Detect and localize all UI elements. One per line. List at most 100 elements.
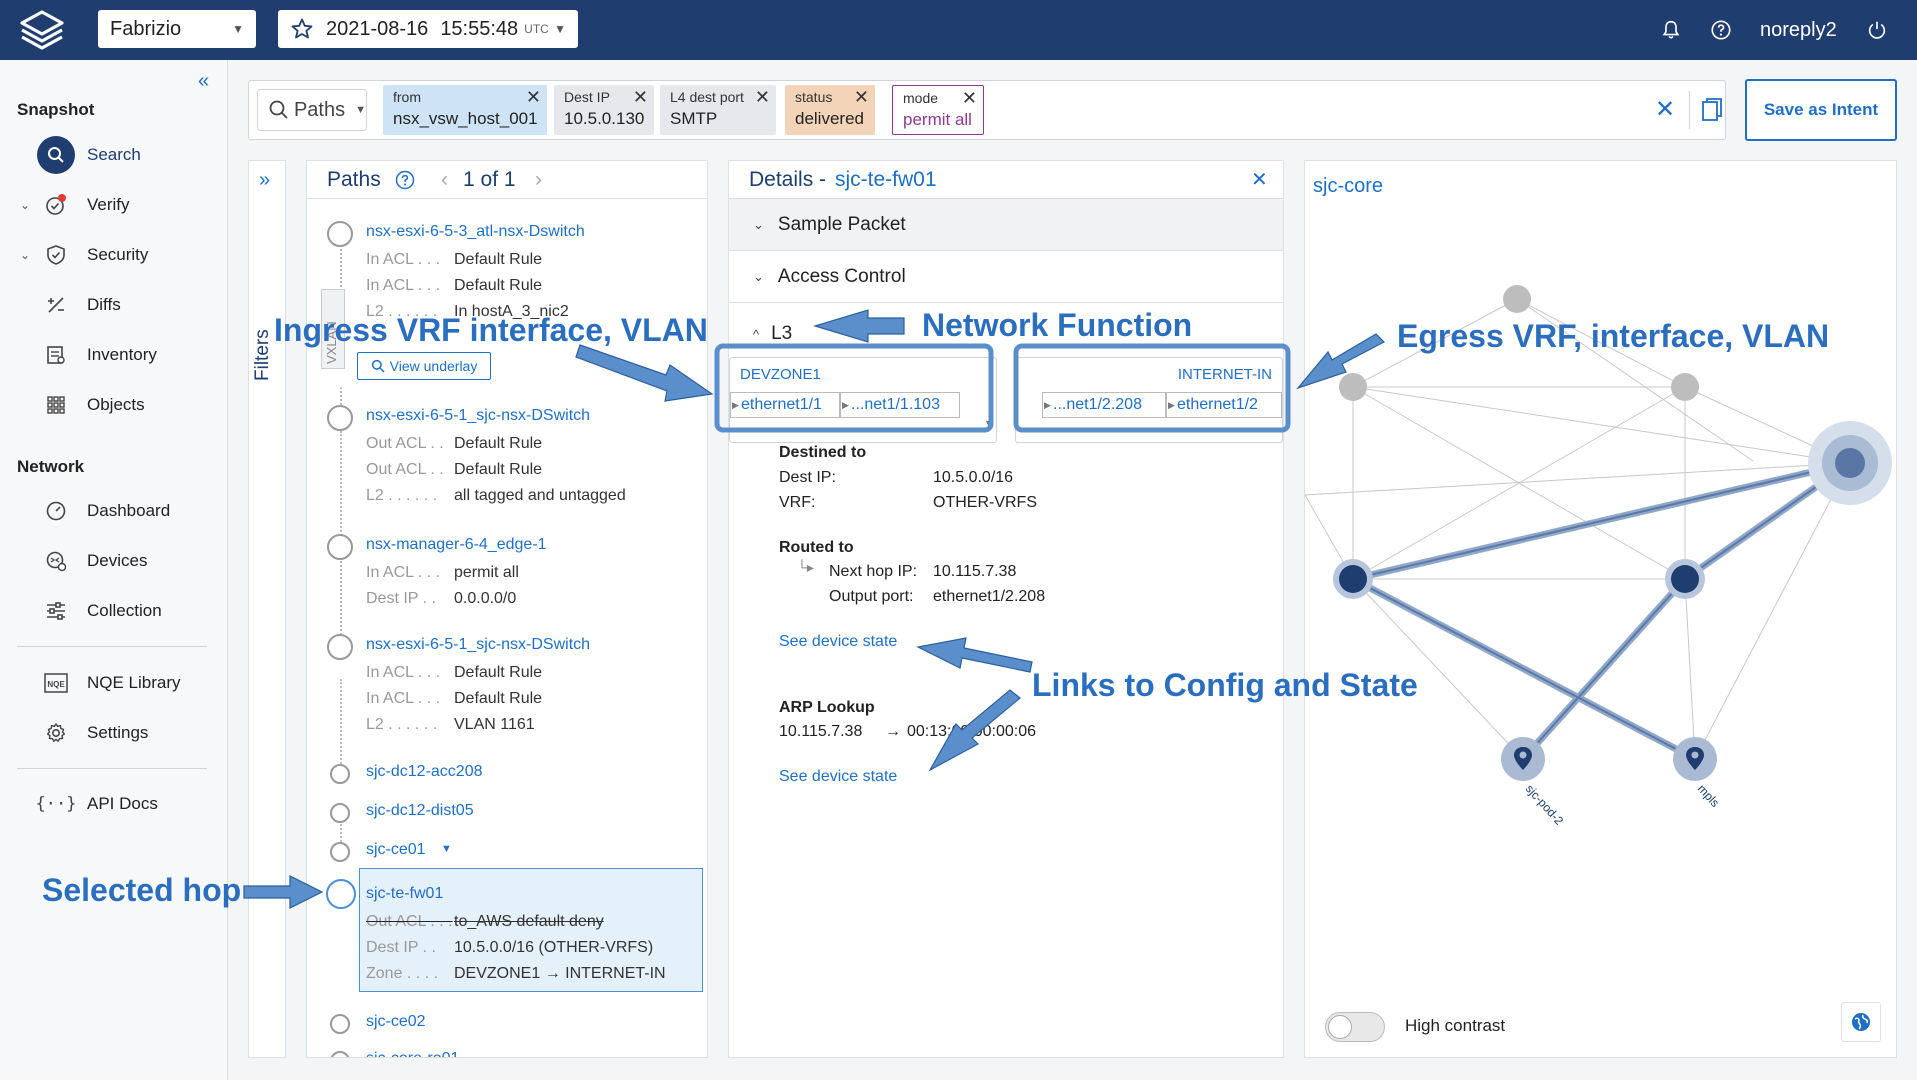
bell-button[interactable] [1660, 0, 1682, 60]
chevron-down-icon[interactable]: ⌄ [20, 248, 30, 262]
network-select[interactable]: Fabrizio ▼ [98, 10, 256, 48]
sidebar-item-api-docs[interactable]: {··} API Docs [0, 784, 228, 824]
see-device-state-link[interactable]: See device state [779, 768, 897, 786]
next-hop-label: Next hop IP: [829, 563, 918, 580]
dest-ip-label: Dest IP: [779, 469, 836, 486]
next-page-icon[interactable]: › [535, 168, 542, 192]
egress-subinterface[interactable]: ▶ ...net1/2.208 [1042, 392, 1166, 418]
close-icon[interactable]: ✕ [526, 87, 541, 108]
ingress-vrf-name[interactable]: DEVZONE1 [740, 366, 821, 383]
hop-name[interactable]: nsx-esxi-6-5-3_atl-nsx-Dswitch [366, 223, 585, 241]
path-hop-selected[interactable]: sjc-te-fw01 Out ACL . . . to_AWS default … [307, 879, 707, 987]
topology-node[interactable] [1671, 565, 1699, 593]
annotation-links: Links to Config and State [1032, 667, 1418, 703]
hop-name[interactable]: sjc-core-ro01 [366, 1050, 459, 1057]
collapse-sidebar-icon[interactable]: « [198, 70, 209, 93]
close-icon[interactable]: ✕ [1251, 167, 1268, 192]
help-button[interactable] [1710, 0, 1732, 60]
topology-node[interactable] [1503, 285, 1531, 313]
hop-detail-row: In ACL . . . Default Rule [366, 690, 543, 707]
hop-name[interactable]: nsx-manager-6-4_edge-1 [366, 536, 547, 554]
high-contrast-toggle[interactable] [1325, 1012, 1385, 1042]
filter-chip-status[interactable]: status delivered ✕ [785, 85, 875, 135]
path-hop[interactable]: sjc-ce02 [307, 1011, 707, 1037]
copy-icon[interactable] [1701, 97, 1723, 123]
details-device-link[interactable]: sjc-te-fw01 [835, 168, 937, 192]
hop-detail-key: In ACL [366, 251, 414, 268]
ingress-subinterface[interactable]: ▶ ...net1/1.103 [840, 392, 960, 418]
topology-node[interactable] [1339, 373, 1367, 401]
view-underlay-button[interactable]: View underlay [357, 352, 491, 380]
prev-page-icon[interactable]: ‹ [441, 168, 448, 192]
sample-packet-section[interactable]: ⌄ Sample Packet [729, 199, 1283, 251]
chip-value: permit all [903, 110, 972, 129]
path-hop[interactable]: nsx-manager-6-4_edge-1 In ACL . . . permi… [307, 534, 707, 614]
sidebar-item-diffs[interactable]: Diffs [0, 285, 228, 325]
sidebar-item-inventory[interactable]: Inventory [0, 335, 228, 375]
map-view-button[interactable] [1841, 1002, 1881, 1042]
topology-node[interactable] [1339, 565, 1367, 593]
power-button[interactable] [1866, 0, 1888, 60]
path-hop[interactable]: nsx-esxi-6-5-1_sjc-nsx-DSwitch In ACL . … [307, 634, 707, 734]
star-icon[interactable] [290, 17, 314, 41]
hop-name[interactable]: sjc-ce01 [366, 841, 426, 859]
filter-chip-from[interactable]: from nsx_vsw_host_001 ✕ [383, 85, 547, 135]
close-icon[interactable]: ✕ [854, 87, 869, 108]
hop-name[interactable]: nsx-esxi-6-5-1_sjc-nsx-DSwitch [366, 636, 590, 654]
topology-graph[interactable]: sjc-pod-2 mpls [1305, 161, 1898, 1059]
hop-name[interactable]: sjc-dc12-dist05 [366, 802, 474, 820]
hop-name[interactable]: sjc-te-fw01 [366, 885, 443, 903]
chevron-down-icon[interactable]: ⌄ [20, 198, 30, 212]
topology-node[interactable] [1671, 373, 1699, 401]
close-icon[interactable]: ✕ [755, 87, 770, 108]
close-icon[interactable]: ✕ [962, 88, 977, 109]
path-hop[interactable]: sjc-ce01 ▼ [307, 839, 707, 865]
path-search-bar[interactable]: Paths ▼ from nsx_vsw_host_001 ✕ Dest IP … [248, 80, 1726, 140]
vrf-label: VRF: [779, 494, 816, 511]
sidebar-item-dashboard[interactable]: Dashboard [0, 491, 228, 531]
bell-icon [1662, 20, 1680, 39]
router-icon [330, 1014, 350, 1034]
search-divider [1689, 91, 1690, 129]
path-hop[interactable]: sjc-core-ro01 [307, 1048, 707, 1057]
hop-name[interactable]: sjc-dc12-acc208 [366, 763, 483, 781]
egress-vrf-name[interactable]: INTERNET-IN [1178, 366, 1272, 383]
l3-section-toggle[interactable]: ^ L3 [753, 323, 792, 345]
path-hop[interactable]: nsx-esxi-6-5-1_sjc-nsx-DSwitch Out ACL .… [307, 405, 707, 505]
forward-logo-icon[interactable] [14, 8, 70, 52]
sidebar-item-collection[interactable]: Collection [0, 591, 228, 631]
search-mode-select[interactable]: Paths ▼ [257, 89, 367, 131]
see-device-state-link[interactable]: See device state [779, 633, 897, 651]
sidebar-item-devices[interactable]: Devices [0, 541, 228, 581]
snapshot-select[interactable]: 2021-08-16 15:55:48 UTC ▼ [278, 10, 578, 48]
sidebar-item-security[interactable]: ⌄ Security [0, 235, 228, 275]
topology-node[interactable] [1835, 448, 1865, 478]
filter-chip-dest-ip[interactable]: Dest IP 10.5.0.130 ✕ [554, 85, 654, 135]
sidebar-item-label: Verify [87, 195, 130, 214]
user-menu[interactable]: noreply2 [1760, 0, 1837, 60]
filter-chip-mode[interactable]: mode permit all ✕ [892, 85, 984, 135]
sidebar-item-verify[interactable]: ⌄ Verify [0, 185, 228, 225]
filters-panel[interactable]: » Filters [248, 160, 286, 1058]
annotation-selected-hop: Selected hop [42, 872, 242, 908]
ingress-interface[interactable]: ▶ ethernet1/1 [730, 392, 840, 418]
clear-search-icon[interactable]: ✕ [1655, 95, 1675, 124]
help-icon[interactable] [395, 170, 415, 190]
filter-chip-l4-dest-port[interactable]: L4 dest port SMTP ✕ [660, 85, 776, 135]
access-control-section[interactable]: ⌄ Access Control [729, 251, 1283, 303]
close-icon[interactable]: ✕ [633, 87, 648, 108]
egress-vrf-card: INTERNET-IN ▶ ...net1/2.208 ▶ ethernet1/… [1015, 357, 1283, 443]
hop-name[interactable]: nsx-esxi-6-5-1_sjc-nsx-DSwitch [366, 407, 590, 425]
sidebar-item-nqe-library[interactable]: NQE NQE Library [0, 663, 228, 703]
save-as-intent-button[interactable]: Save as Intent [1745, 79, 1897, 141]
sidebar-item-search[interactable]: Search [0, 135, 228, 175]
egress-interface[interactable]: ▶ ethernet1/2 [1166, 392, 1282, 418]
sidebar-item-objects[interactable]: Objects [0, 385, 228, 425]
expand-filters-icon[interactable]: » [259, 169, 270, 192]
sidebar-item-settings[interactable]: Settings [0, 713, 228, 753]
path-hop[interactable]: sjc-dc12-dist05 [307, 800, 707, 826]
chevron-down-icon[interactable]: ▼ [441, 843, 452, 855]
path-hop[interactable]: nsx-esxi-6-5-3_atl-nsx-Dswitch In ACL . … [307, 221, 707, 321]
path-hop[interactable]: sjc-dc12-acc208 [307, 761, 707, 787]
hop-name[interactable]: sjc-ce02 [366, 1013, 426, 1031]
